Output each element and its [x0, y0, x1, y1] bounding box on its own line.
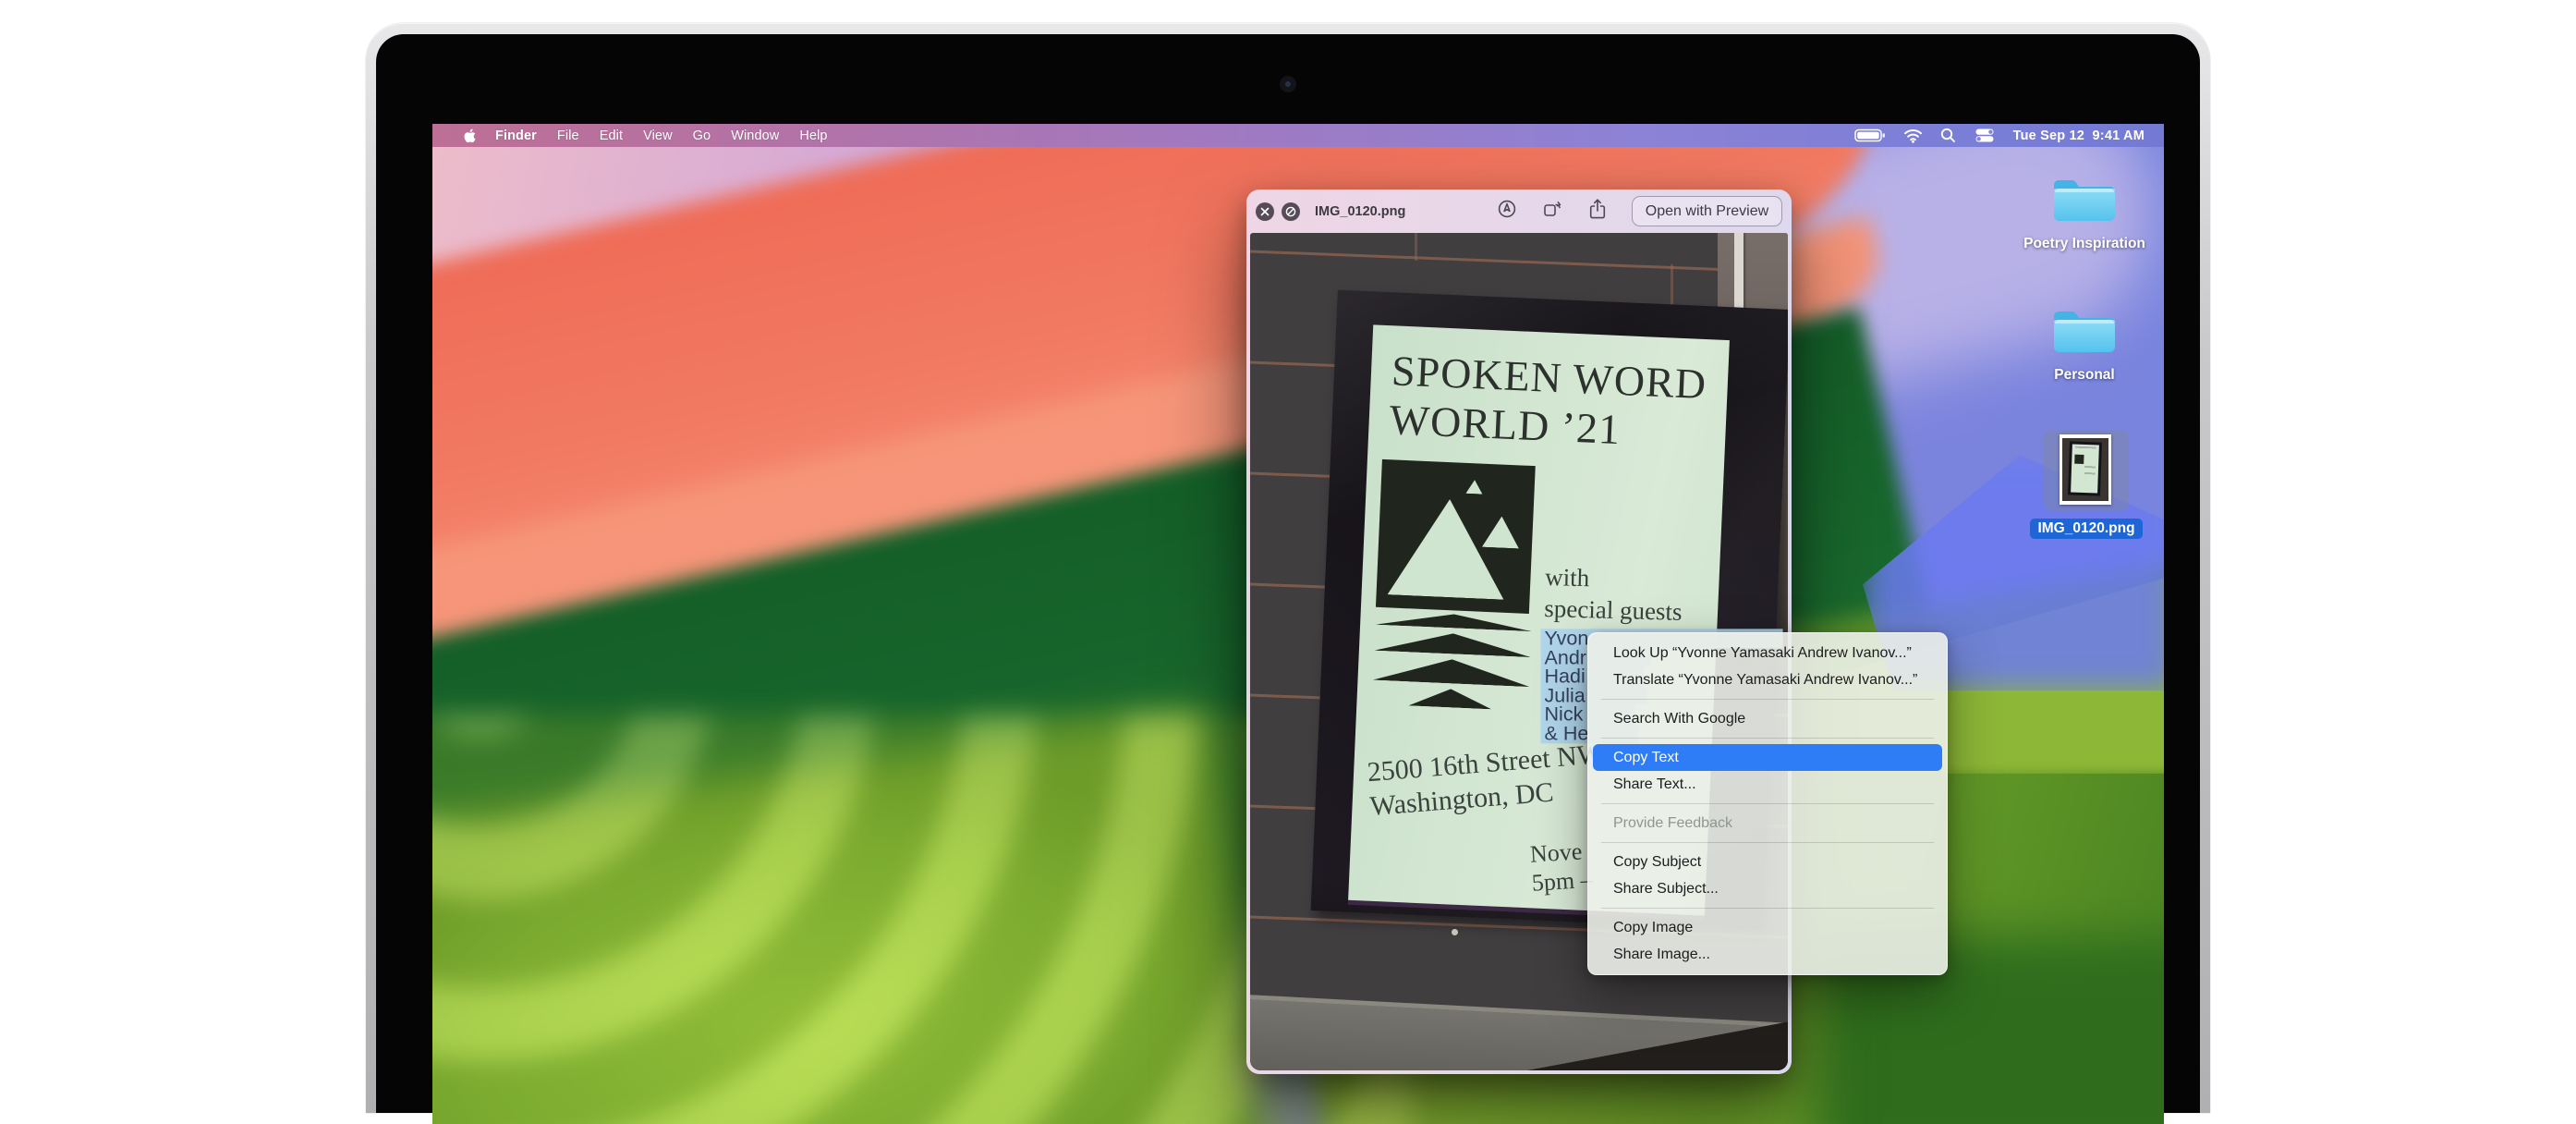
battery-icon[interactable] [1854, 128, 1886, 142]
menu-item-share-text[interactable]: Share Text... [1593, 771, 1942, 798]
file-thumbnail [2062, 438, 2108, 501]
menu-separator [1601, 699, 1934, 700]
selected-filename-pill[interactable]: IMG_0120.png [2030, 519, 2143, 539]
menu-item-translate[interactable]: Translate “Yvonne Yamasaki Andrew Ivanov… [1593, 666, 1942, 693]
menu-bar-clock[interactable]: Tue Sep 12 9:41 AM [2013, 128, 2145, 143]
menu-item-copy-text[interactable]: Copy Text [1593, 744, 1942, 771]
pencil-slash-icon [1285, 206, 1296, 217]
display-bezel: Finder File Edit View Go Window Help [376, 34, 2200, 1113]
menu-separator [1601, 803, 1934, 804]
quick-look-titlebar[interactable]: IMG_0120.png [1246, 189, 1792, 233]
menu-view[interactable]: View [633, 128, 683, 143]
menu-item-look-up[interactable]: Look Up “Yvonne Yamasaki Andrew Ivanov..… [1593, 640, 1942, 666]
poster-subtitle: with special guests [1544, 561, 1683, 628]
window-title: IMG_0120.png [1315, 204, 1405, 219]
menu-separator [1601, 908, 1934, 909]
case-screw [1452, 929, 1458, 935]
menu-finder[interactable]: Finder [485, 128, 547, 143]
menu-item-share-image[interactable]: Share Image... [1593, 941, 1942, 968]
menu-item-copy-subject[interactable]: Copy Subject [1593, 849, 1942, 875]
menu-bar: Finder File Edit View Go Window Help [432, 124, 2164, 147]
desktop-icon-poetry-inspiration[interactable]: Poetry Inspiration [2011, 172, 2158, 252]
desktop-icon-personal[interactable]: Personal [2011, 303, 2158, 384]
macbook-chassis: Finder File Edit View Go Window Help [366, 23, 2210, 1113]
share-button[interactable] [1588, 198, 1607, 225]
desktop-icon-img-0120[interactable] [2060, 434, 2111, 505]
menu-window[interactable]: Window [721, 128, 789, 143]
close-button[interactable] [1256, 202, 1274, 221]
menu-item-provide-feedback[interactable]: Provide Feedback [1593, 810, 1942, 837]
menu-item-search-with-google[interactable]: Search With Google [1593, 705, 1942, 732]
menu-go[interactable]: Go [683, 128, 722, 143]
apple-menu[interactable] [453, 128, 485, 143]
menu-file[interactable]: File [547, 128, 589, 143]
menu-help[interactable]: Help [789, 128, 837, 143]
desktop-screen: Finder File Edit View Go Window Help [432, 124, 2164, 1124]
menu-separator [1601, 842, 1934, 843]
pencil-button[interactable] [1282, 202, 1300, 221]
menu-item-share-subject[interactable]: Share Subject... [1593, 875, 1942, 902]
poster-footer: Nove 5pm – [1529, 837, 1593, 898]
pen-markup-button[interactable] [1497, 199, 1517, 224]
wifi-icon[interactable] [1903, 128, 1923, 143]
close-icon [1260, 207, 1270, 216]
context-menu: Look Up “Yvonne Yamasaki Andrew Ivanov..… [1587, 632, 1948, 975]
open-with-preview-button[interactable]: Open with Preview [1632, 196, 1782, 226]
wallpaper-green-bottomleft [432, 709, 1276, 1124]
folder-icon [2011, 303, 2158, 362]
spotlight-search-icon[interactable] [1940, 128, 1956, 143]
apple-icon [461, 128, 477, 143]
poster-title: SPOKEN WORD WORLD ’21 [1389, 346, 1707, 458]
menu-edit[interactable]: Edit [589, 128, 633, 143]
desktop-icon-label: Personal [2011, 367, 2158, 384]
poster-address: 2500 16th Street NW Washington, DC [1366, 737, 1607, 824]
rotate-button[interactable] [1542, 199, 1563, 224]
desktop-icon-label: Poetry Inspiration [2011, 236, 2158, 252]
control-center-icon[interactable] [1974, 128, 1996, 143]
menu-separator [1601, 738, 1934, 739]
folder-icon [2011, 172, 2158, 231]
menu-item-copy-image[interactable]: Copy Image [1593, 914, 1942, 941]
webcam-icon [1280, 76, 1296, 92]
poster-graphic-square [1376, 459, 1536, 614]
